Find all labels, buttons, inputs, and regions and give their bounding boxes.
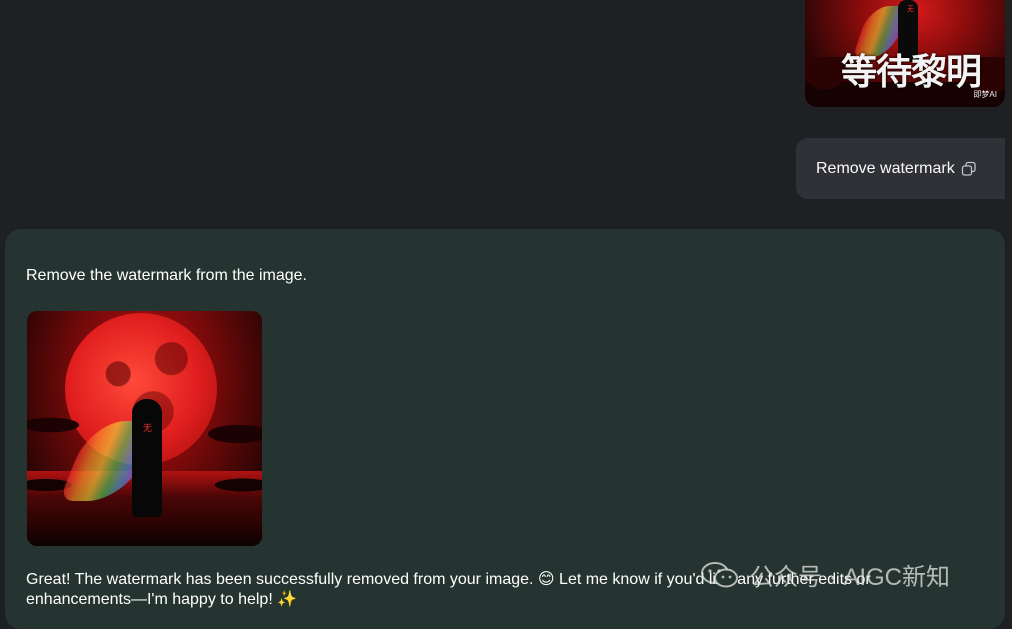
assistant-message-card: Remove the watermark from the image. 无 G… [5, 229, 1005, 629]
user-message-text: Remove watermark [816, 159, 955, 177]
copy-icon[interactable] [961, 161, 977, 177]
assistant-intro-text: Remove the watermark from the image. [26, 267, 307, 284]
edited-image[interactable]: 无 [27, 311, 262, 546]
figure-mark: 无 [907, 6, 914, 13]
image-watermark-brand: 即梦AI [973, 90, 997, 99]
figure-mark: 无 [143, 423, 153, 433]
image-watermark-title: 等待黎明 [841, 51, 982, 93]
uploaded-image[interactable]: 无 等待黎明 即梦AI [805, 0, 1005, 107]
user-message-bubble: Remove watermark [796, 138, 1005, 199]
assistant-followup-text: Great! The watermark has been successful… [26, 571, 871, 608]
silhouette-figure [132, 399, 162, 517]
